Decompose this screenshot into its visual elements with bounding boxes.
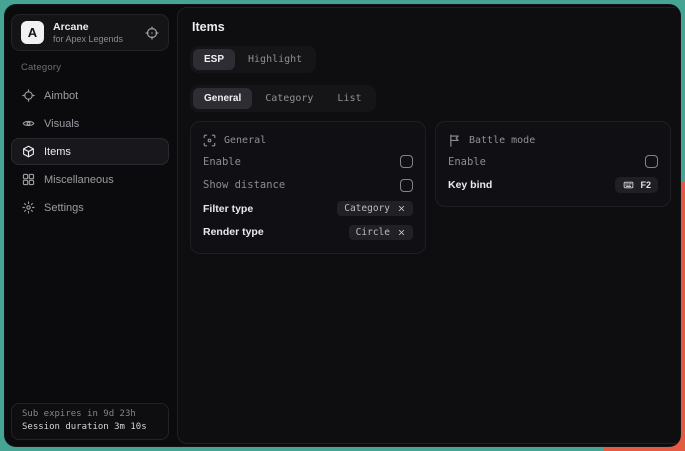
setting-label: Enable	[203, 156, 241, 168]
brand-title: Arcane	[53, 21, 123, 33]
checkbox-show-distance[interactable]	[400, 179, 413, 192]
tab-list[interactable]: List	[326, 88, 372, 109]
close-icon[interactable]	[397, 204, 406, 213]
cube-icon	[22, 145, 35, 158]
chip-label: Category	[344, 203, 390, 214]
cards-container: General Enable Show distance Filter type Cat…	[190, 121, 671, 254]
setting-label: Enable	[448, 156, 486, 168]
setting-label: Key bind	[448, 179, 492, 191]
card-title: General	[224, 135, 266, 146]
keybind-badge[interactable]: F2	[615, 177, 658, 193]
setting-row-filter-type: Filter type Category	[203, 197, 413, 221]
target-icon[interactable]	[145, 26, 159, 40]
setting-row-render-type: Render type Circle	[203, 221, 413, 245]
tab-general[interactable]: General	[193, 88, 252, 109]
scan-icon	[203, 134, 216, 147]
tab-row-1: ESPHighlight	[190, 46, 671, 73]
flag-icon	[448, 134, 461, 147]
checkbox-enable[interactable]	[400, 155, 413, 168]
setting-label: Render type	[203, 226, 264, 238]
setting-row-enable: Enable	[203, 150, 413, 174]
grid-icon	[22, 173, 35, 186]
card-header: General	[203, 130, 413, 150]
sidebar-item-aimbot[interactable]: Aimbot	[11, 82, 169, 109]
brand-text: Arcane for Apex Legends	[53, 21, 123, 44]
sidebar-item-miscellaneous[interactable]: Miscellaneous	[11, 166, 169, 193]
tab-group-2: GeneralCategoryList	[190, 85, 376, 112]
session-duration-text: Session duration 3m 10s	[22, 422, 158, 432]
checkbox-enable[interactable]	[645, 155, 658, 168]
keyboard-icon	[622, 180, 635, 190]
card-title: Battle mode	[469, 135, 535, 146]
crosshair-icon	[22, 89, 35, 102]
gear-icon	[22, 201, 35, 214]
sidebar-item-label: Items	[44, 146, 71, 158]
sidebar-item-label: Miscellaneous	[44, 174, 114, 186]
chip-category[interactable]: Category	[337, 201, 413, 216]
card-header: Battle mode	[448, 130, 658, 150]
app-logo: A	[21, 21, 44, 44]
sidebar-item-label: Aimbot	[44, 90, 78, 102]
setting-row-key-bind: Key bind F2	[448, 174, 658, 198]
tab-highlight[interactable]: Highlight	[237, 49, 313, 70]
sidebar-item-label: Visuals	[44, 118, 79, 130]
close-icon[interactable]	[397, 228, 406, 237]
card-battle-mode: Battle mode Enable Key bind F2	[435, 121, 671, 207]
tab-row-2: GeneralCategoryList	[190, 85, 671, 112]
sidebar: A Arcane for Apex Legends Category Aimbo…	[5, 5, 175, 446]
tab-group-1: ESPHighlight	[190, 46, 316, 73]
sidebar-item-visuals[interactable]: Visuals	[11, 110, 169, 137]
brand-card: A Arcane for Apex Legends	[11, 14, 169, 51]
sidebar-item-settings[interactable]: Settings	[11, 194, 169, 221]
sidebar-item-label: Settings	[44, 202, 84, 214]
main-panel: Items ESPHighlightGeneralCategoryList Ge…	[177, 7, 681, 444]
tab-category[interactable]: Category	[254, 88, 324, 109]
category-label: Category	[21, 62, 175, 73]
app-window: A Arcane for Apex Legends Category Aimbo…	[4, 4, 681, 447]
setting-row-enable: Enable	[448, 150, 658, 174]
card-general: General Enable Show distance Filter type Cat…	[190, 121, 426, 254]
page-title: Items	[192, 20, 671, 34]
setting-label: Filter type	[203, 203, 253, 215]
sidebar-item-items[interactable]: Items	[11, 138, 169, 165]
brand-subtitle: for Apex Legends	[53, 34, 123, 44]
eye-icon	[22, 117, 35, 130]
sidebar-nav: Aimbot Visuals Items Miscellaneous Settings	[5, 82, 175, 221]
sub-expiry-text: Sub expires in 9d 23h	[22, 409, 158, 419]
subscription-card: Sub expires in 9d 23h Session duration 3…	[11, 403, 169, 440]
chip-label: Circle	[356, 227, 390, 238]
tab-esp[interactable]: ESP	[193, 49, 235, 70]
setting-row-show-distance: Show distance	[203, 174, 413, 198]
setting-label: Show distance	[203, 179, 285, 191]
keybind-value: F2	[640, 180, 651, 190]
tabs-container: ESPHighlight GeneralCategoryList	[190, 46, 671, 112]
chip-circle[interactable]: Circle	[349, 225, 413, 240]
